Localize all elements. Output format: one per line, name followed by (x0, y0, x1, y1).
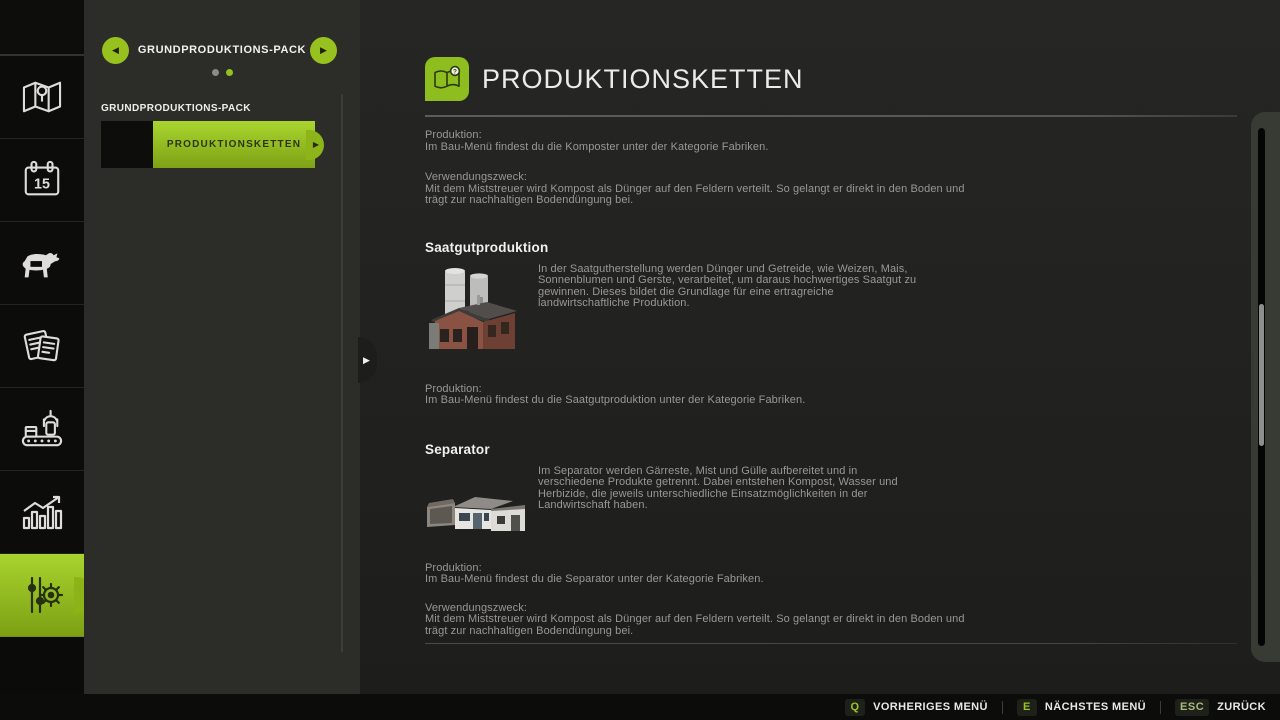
nav-item-tab: PRODUKTIONSKETTEN ▶ (153, 121, 315, 168)
section-heading-saatgutproduktion: Saatgutproduktion (425, 240, 1280, 255)
shortcut-label: VORHERIGES MENÜ (873, 701, 988, 713)
nav-item-icon-box (101, 121, 153, 168)
separator-factory-image (425, 463, 538, 546)
sidebar-item-map[interactable] (0, 56, 84, 139)
animals-icon (17, 243, 67, 283)
sidebar-item-calendar[interactable]: 15 (0, 139, 84, 222)
page-title: PRODUKTIONSKETTEN (482, 64, 804, 95)
note-text: Mit dem Miststreuer wird Kompost als Dün… (425, 614, 965, 637)
content-scroll-gutter (1251, 112, 1280, 662)
pager-dots (84, 69, 360, 76)
content-scrollbar-thumb[interactable] (1259, 304, 1264, 446)
note-label: Verwendungszweck: (425, 172, 965, 184)
pager-dot-2[interactable] (226, 69, 233, 76)
panel-scrollbar[interactable] (341, 94, 343, 652)
help-book-icon: ? (425, 57, 469, 101)
usage-note: Verwendungszweck: Mit dem Miststreuer wi… (425, 172, 965, 207)
category-section-label: GRUNDPRODUKTIONS-PACK (101, 103, 251, 114)
shortcut-next-menu: E NÄCHSTES MENÜ (1017, 699, 1146, 716)
pager-dot-1[interactable] (212, 69, 219, 76)
prev-category-button[interactable]: ◀ (102, 37, 129, 64)
statistics-icon (20, 492, 64, 532)
main-menu-sidebar: 15 (0, 0, 84, 694)
sidebar-item-settings[interactable]: ▶ (0, 554, 84, 637)
content-divider-bottom (425, 643, 1237, 644)
chevron-right-icon: ▶ (363, 356, 370, 365)
sidebar-item-statistics[interactable] (0, 471, 84, 554)
section-text: Im Separator werden Gärreste, Mist und G… (538, 463, 918, 546)
nav-item-label: PRODUKTIONSKETTEN (167, 139, 301, 150)
sidebar-item-animals[interactable] (0, 222, 84, 305)
section-media-separator: Im Separator werden Gärreste, Mist und G… (425, 463, 1280, 546)
section-text: In der Saatgutherstellung werden Dünger … (538, 261, 918, 358)
note-text: Mit dem Miststreuer wird Kompost als Dün… (425, 184, 965, 207)
help-content-area: ? PRODUKTIONSKETTEN Produktion: Im Bau-M… (360, 0, 1280, 694)
content-scrollbar-track[interactable] (1258, 128, 1265, 646)
production-icon (19, 408, 65, 450)
next-category-button[interactable]: ▶ (310, 37, 337, 64)
key-e: E (1017, 699, 1037, 716)
shortcut-previous-menu: Q VORHERIGES MENÜ (845, 699, 988, 716)
footer-separator (1160, 701, 1161, 714)
chevron-right-icon: ▶ (313, 141, 319, 149)
svg-text:?: ? (453, 69, 457, 76)
nav-item-produktionsketten[interactable]: PRODUKTIONSKETTEN ▶ (101, 121, 315, 168)
note-label: Produktion: (425, 130, 965, 142)
content-divider-top (425, 115, 1237, 117)
calendar-day-label: 15 (34, 177, 50, 193)
footer-separator (1002, 701, 1003, 714)
production-note: Produktion: Im Bau-Menü findest du die S… (425, 384, 965, 407)
sidebar-item-production[interactable] (0, 388, 84, 471)
production-note: Produktion: Im Bau-Menü findest du die K… (425, 130, 965, 153)
seed-production-factory-image (425, 261, 538, 358)
production-note: Produktion: Im Bau-Menü findest du die S… (425, 563, 965, 586)
shortcut-label: ZURÜCK (1217, 701, 1266, 713)
sidebar-top-block (0, 0, 84, 56)
sidebar-item-contracts[interactable] (0, 305, 84, 388)
game-help-menu-screen: 15 (0, 0, 1280, 720)
note-text: Im Bau-Menü findest du die Separator unt… (425, 574, 965, 586)
settings-icon (20, 573, 64, 617)
note-text: Im Bau-Menü findest du die Saatgutproduk… (425, 395, 965, 407)
map-icon (19, 78, 65, 116)
note-text: Im Bau-Menü findest du die Komposter unt… (425, 142, 965, 154)
help-category-panel: ◀ GRUNDPRODUKTIONS-PACK ▶ GRUNDPRODUKTIO… (84, 0, 360, 694)
category-pager-title: GRUNDPRODUKTIONS-PACK (129, 44, 315, 56)
section-heading-separator: Separator (425, 442, 1280, 457)
calendar-icon: 15 (21, 159, 63, 201)
section-media-saatgutproduktion: In der Saatgutherstellung werden Dünger … (425, 261, 1280, 358)
shortcut-label: NÄCHSTES MENÜ (1045, 701, 1146, 713)
page-title-row: ? PRODUKTIONSKETTEN (425, 56, 1280, 102)
key-esc: ESC (1175, 699, 1209, 716)
key-q: Q (845, 699, 865, 716)
contracts-icon (21, 325, 63, 367)
shortcut-bar: Q VORHERIGES MENÜ E NÄCHSTES MENÜ ESC ZU… (0, 694, 1280, 720)
shortcut-back: ESC ZURÜCK (1175, 699, 1266, 716)
usage-note: Verwendungszweck: Mit dem Miststreuer wi… (425, 603, 965, 638)
